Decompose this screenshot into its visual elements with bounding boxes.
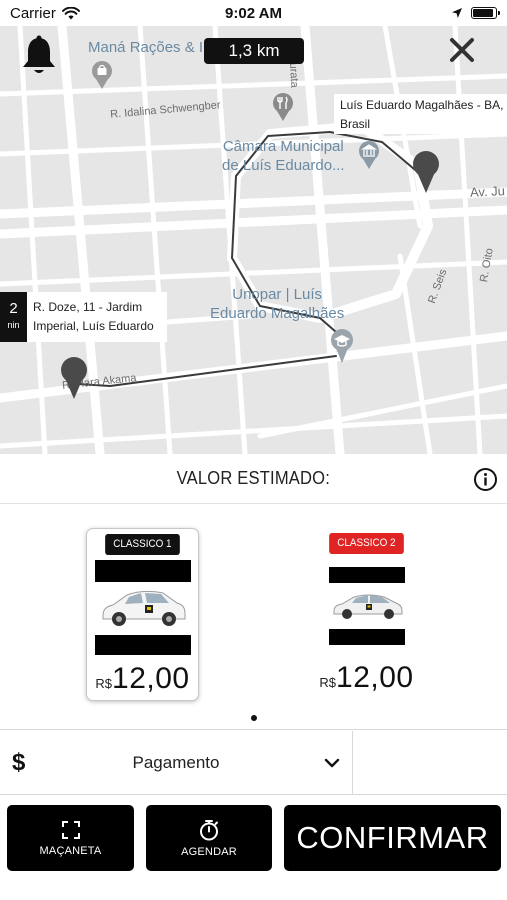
confirm-label: CONFIRMAR — [296, 820, 489, 855]
origin-pin-icon — [61, 357, 87, 399]
carrier-label: Carrier — [10, 4, 56, 22]
vehicle-price: R$12,00 — [310, 661, 423, 695]
stopwatch-icon — [200, 819, 218, 840]
payment-label: Pagamento — [132, 752, 220, 772]
eta-box: 2 nin — [0, 292, 27, 342]
car-image — [328, 567, 405, 645]
price-currency: R$ — [319, 675, 337, 690]
price-amount: 12,00 — [336, 661, 414, 694]
price-currency: R$ — [95, 676, 113, 691]
expand-icon — [61, 820, 80, 839]
location-arrow-icon — [452, 8, 462, 18]
car-image — [94, 560, 191, 655]
poi-unopar-label: Unopar | Luís Eduardo Magalhães — [210, 286, 345, 322]
origin-card: 2 nin R. Doze, 11 - Jardim Imperial, Luí… — [0, 292, 167, 342]
payment-select[interactable]: $ Pagamento — [0, 730, 353, 795]
destination-address: Luís Eduardo Magalhães - BA, Brasil — [340, 98, 504, 131]
poi-camara-label: Câmara Municipal de Luís Eduardo... — [222, 138, 345, 174]
confirm-button[interactable]: CONFIRMAR — [284, 805, 501, 871]
notification-bell-icon[interactable] — [20, 34, 58, 78]
map-view[interactable]: R. Idalina Schwengber o Murata R. Seis R… — [0, 26, 507, 454]
agendar-label: AGENDAR — [181, 845, 237, 858]
estimate-title: VALOR ESTIMADO: — [176, 468, 331, 488]
poi-mana-label: Maná Rações & I — [88, 39, 204, 56]
info-icon[interactable] — [473, 467, 498, 492]
macaneta-button[interactable]: MAÇANETA — [7, 805, 134, 871]
vehicle-option-classico-2[interactable]: CLASSICO 2 R$12,00 — [310, 528, 423, 701]
eta-unit: nin — [7, 320, 20, 330]
estimate-header: VALOR ESTIMADO: — [0, 454, 507, 504]
school-pin-icon — [331, 329, 353, 363]
government-pin-icon — [359, 141, 379, 169]
payment-extra-field[interactable] — [353, 731, 507, 795]
payment-row: $ Pagamento — [0, 730, 507, 795]
dollar-icon: $ — [12, 748, 26, 776]
close-icon[interactable] — [447, 35, 477, 65]
street-label-av-ju: Av. Ju — [469, 183, 506, 200]
vehicle-option-classico-1[interactable]: CLASSICO 1 R$12,00 — [86, 528, 199, 701]
page-indicator-dot — [251, 715, 257, 721]
wifi-icon — [61, 6, 80, 19]
vehicle-tag: CLASSICO 1 — [105, 534, 180, 555]
vehicle-price: R$12,00 — [87, 662, 198, 696]
eta-value: 2 — [9, 300, 18, 317]
vehicle-carousel[interactable]: CLASSICO 1 R$12,00 CLASSICO 2 R$12,00 — [0, 504, 507, 730]
carrier-group: Carrier — [10, 5, 80, 22]
origin-address: R. Doze, 11 - Jardim Imperial, Luís Edua… — [33, 300, 154, 333]
agendar-button[interactable]: AGENDAR — [146, 805, 272, 871]
macaneta-label: MAÇANETA — [39, 844, 102, 857]
distance-badge: 1,3 km — [204, 38, 304, 64]
destination-pin-icon — [413, 151, 439, 193]
vehicle-tag: CLASSICO 2 — [329, 533, 404, 554]
status-right-group — [451, 7, 500, 19]
restaurant-pin-icon — [273, 93, 293, 121]
battery-icon — [471, 7, 500, 19]
chevron-down-icon — [324, 758, 340, 767]
price-amount: 12,00 — [112, 662, 190, 695]
destination-card: Luís Eduardo Magalhães - BA, Brasil — [334, 94, 507, 134]
status-bar: Carrier 9:02 AM — [0, 0, 507, 26]
shopping-bag-icon — [92, 61, 112, 89]
